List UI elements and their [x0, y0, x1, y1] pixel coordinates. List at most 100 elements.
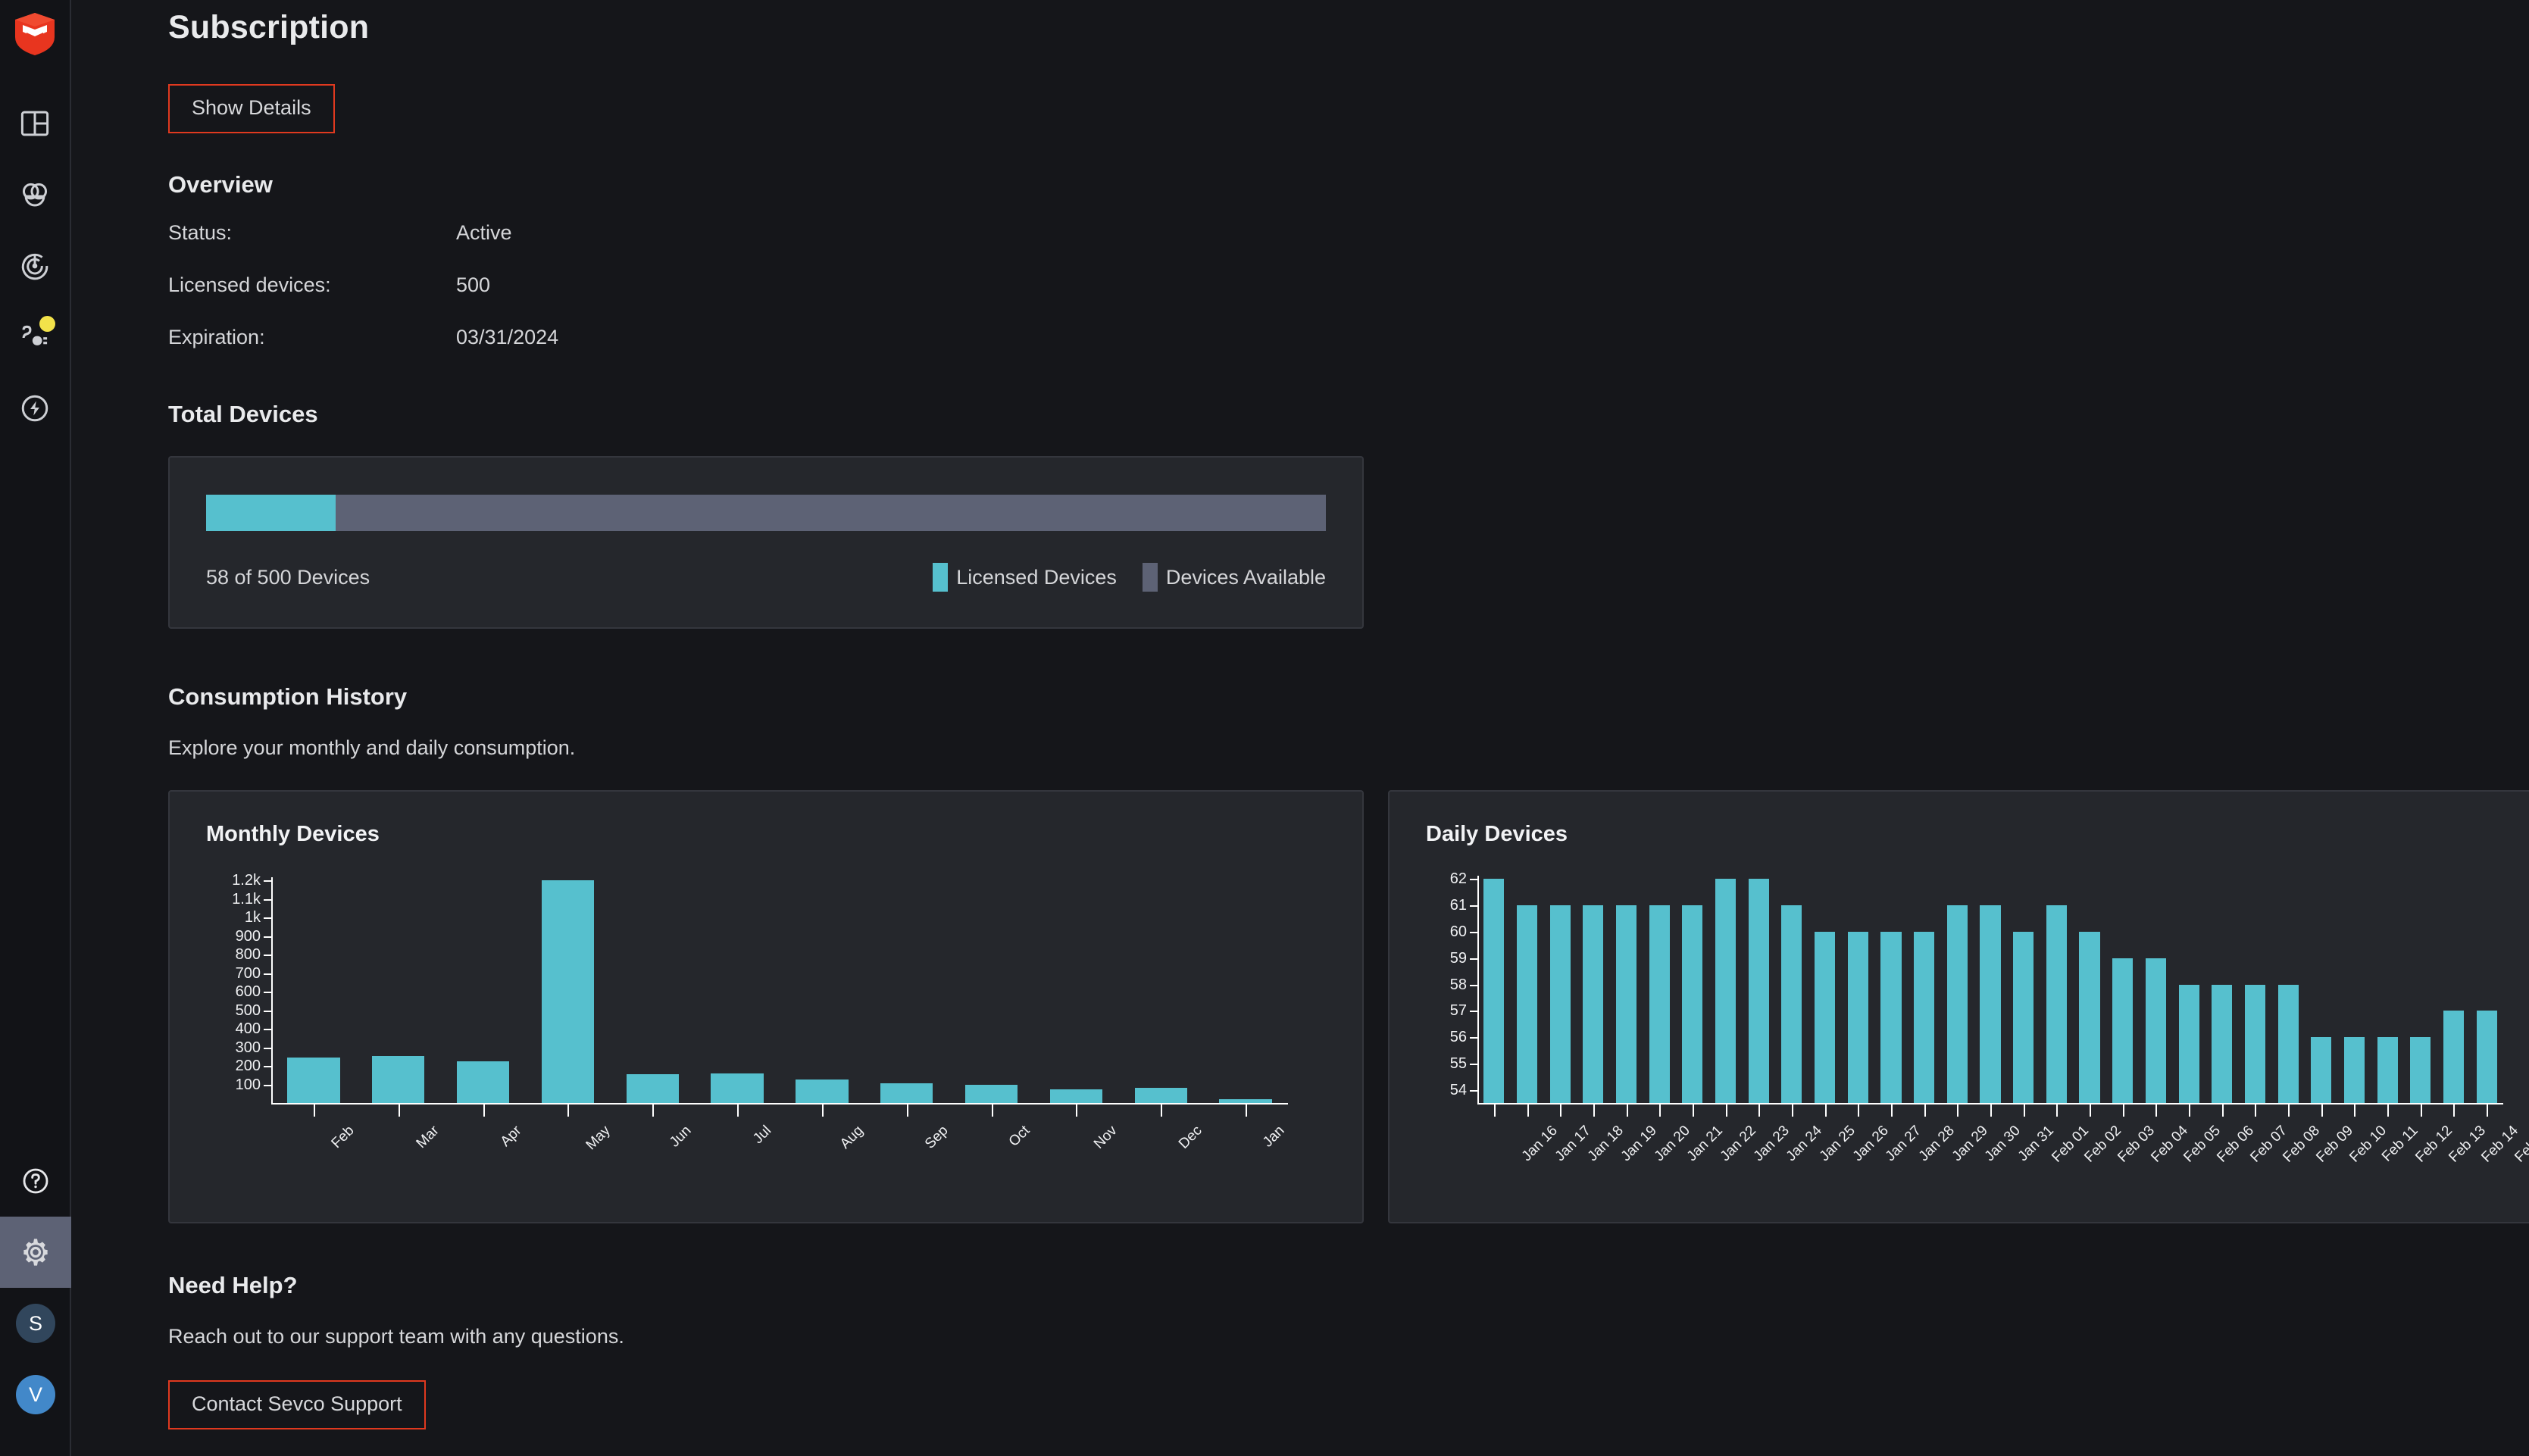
chart-bar[interactable] — [2145, 958, 2166, 1103]
licensed-devices-value: 500 — [456, 273, 491, 296]
app-root: S V Subscription Show Details Overview S… — [0, 0, 2529, 1456]
daily-devices-card: Daily Devices 54 55 56 57 58 59 60 61 62 Jan 16 Ja… — [1388, 790, 2529, 1223]
licensed-devices-label: Licensed devices: — [168, 273, 331, 296]
chart-bar[interactable] — [1516, 905, 1538, 1103]
sidebar-item-settings[interactable] — [0, 1217, 71, 1288]
y-axis-tick-label: 57 — [1449, 1002, 1467, 1020]
chart-bar[interactable] — [541, 880, 595, 1103]
y-axis-tick-label: 1.1k — [232, 890, 261, 908]
sidebar-item-assets[interactable] — [0, 159, 70, 230]
chart-bar[interactable] — [2311, 1037, 2332, 1103]
sidebar-item-integrations[interactable] — [0, 302, 70, 373]
chart-bar[interactable] — [711, 1073, 764, 1103]
x-axis-tick-label: Mar — [413, 1123, 442, 1151]
device-usage-summary: 58 of 500 Devices — [206, 565, 370, 589]
sevco-shield-logo[interactable] — [12, 11, 58, 58]
chart-bar[interactable] — [1815, 931, 1836, 1103]
y-axis-tick-label: 62 — [1449, 870, 1467, 888]
x-axis-tick-label: Dec — [1176, 1123, 1205, 1152]
chart-bar[interactable] — [372, 1055, 425, 1103]
chart-bar[interactable] — [2178, 984, 2199, 1103]
x-axis-tick-mark — [2487, 1104, 2489, 1117]
x-axis-tick-label: Feb 03 — [2115, 1123, 2159, 1166]
venn-assets-icon — [19, 179, 51, 211]
chart-bar[interactable] — [2343, 1037, 2365, 1103]
chart-bar[interactable] — [287, 1058, 340, 1103]
chart-bar[interactable] — [1880, 931, 1902, 1103]
chart-bar[interactable] — [2410, 1037, 2431, 1103]
sidebar-item-telemetry[interactable] — [0, 230, 70, 302]
overview-row-licensed-devices: Licensed devices: 500 — [168, 273, 2529, 297]
show-details-button[interactable]: Show Details — [168, 84, 335, 133]
chart-bar[interactable] — [1715, 879, 1737, 1103]
chart-bar[interactable] — [2013, 931, 2034, 1103]
chart-bar[interactable] — [1049, 1089, 1103, 1103]
chart-bar[interactable] — [1583, 905, 1604, 1103]
chart-bar[interactable] — [2046, 905, 2067, 1103]
x-axis-tick-mark — [2122, 1104, 2124, 1117]
legend-item-available: Devices Available — [1142, 563, 1326, 592]
chart-bar[interactable] — [1134, 1088, 1187, 1103]
y-axis-tick-label: 61 — [1449, 897, 1467, 914]
y-axis-tick-label: 400 — [235, 1020, 261, 1038]
chart-bar[interactable] — [2244, 984, 2265, 1103]
x-axis-tick-mark — [1076, 1104, 1078, 1117]
chart-bar[interactable] — [1847, 931, 1868, 1103]
chart-bar[interactable] — [1219, 1099, 1272, 1103]
contact-support-button[interactable]: Contact Sevco Support — [168, 1380, 426, 1429]
x-axis-tick-mark — [652, 1104, 655, 1117]
x-axis-tick-mark — [2354, 1104, 2356, 1117]
sidebar-item-dashboard[interactable] — [0, 88, 70, 159]
overview-heading: Overview — [168, 171, 273, 198]
x-axis-tick-mark — [2321, 1104, 2323, 1117]
y-axis-tick-label: 58 — [1449, 976, 1467, 993]
sidebar-item-automations[interactable] — [0, 373, 70, 444]
y-axis-tick-mark — [1470, 1063, 1477, 1065]
y-axis-tick-mark — [1470, 958, 1477, 960]
chart-bar[interactable] — [1483, 879, 1505, 1103]
chart-bar[interactable] — [2377, 1037, 2398, 1103]
x-axis-tick-mark — [2453, 1104, 2456, 1117]
chart-bar[interactable] — [964, 1084, 1018, 1103]
chart-bar[interactable] — [1980, 905, 2001, 1103]
chart-bar[interactable] — [1616, 905, 1637, 1103]
x-axis-tick-mark — [2155, 1104, 2158, 1117]
sidebar-nav-top — [0, 88, 70, 444]
chart-bar[interactable] — [1549, 905, 1571, 1103]
chart-bar[interactable] — [2079, 931, 2100, 1103]
chart-bar[interactable] — [2277, 984, 2299, 1103]
chart-bar[interactable] — [626, 1074, 679, 1103]
monthly-devices-title: Monthly Devices — [206, 822, 380, 846]
sidebar-item-help[interactable] — [0, 1145, 71, 1217]
x-axis-line — [271, 1103, 1288, 1104]
y-axis-tick-mark — [264, 955, 271, 957]
x-axis-tick-mark — [398, 1104, 400, 1117]
chart-bar[interactable] — [1649, 905, 1670, 1103]
chart-bar[interactable] — [2476, 1011, 2497, 1103]
y-axis-tick-label: 100 — [235, 1076, 261, 1093]
user-avatar-slot[interactable]: V — [0, 1359, 71, 1430]
x-axis-tick-label: Feb 10 — [2346, 1123, 2390, 1166]
chart-bar[interactable] — [1781, 905, 1802, 1103]
legend-label-licensed: Licensed Devices — [956, 565, 1117, 589]
y-axis-tick-mark — [1470, 879, 1477, 881]
y-axis-tick-label: 700 — [235, 964, 261, 982]
chart-bar[interactable] — [1748, 879, 1769, 1103]
org-avatar-slot[interactable]: S — [0, 1288, 71, 1359]
chart-bar[interactable] — [2212, 984, 2233, 1103]
device-usage-legend: Licensed Devices Devices Available — [933, 563, 1326, 592]
y-axis-tick-mark — [1470, 1037, 1477, 1039]
chart-bar[interactable] — [2112, 958, 2134, 1103]
chart-bar[interactable] — [880, 1083, 933, 1103]
chart-bar[interactable] — [796, 1080, 849, 1103]
chart-bar[interactable] — [2443, 1011, 2465, 1103]
expiration-label: Expiration: — [168, 326, 265, 348]
chart-bar[interactable] — [1914, 931, 1935, 1103]
y-axis-tick-mark — [264, 1047, 271, 1049]
chart-bar[interactable] — [1682, 905, 1703, 1103]
x-axis-tick-label: Jan 28 — [1915, 1123, 1958, 1165]
chart-bar[interactable] — [456, 1061, 510, 1103]
chart-bar[interactable] — [1946, 905, 1968, 1103]
sidebar-nav-bottom: S V — [0, 1145, 71, 1430]
legend-item-licensed: Licensed Devices — [933, 563, 1117, 592]
